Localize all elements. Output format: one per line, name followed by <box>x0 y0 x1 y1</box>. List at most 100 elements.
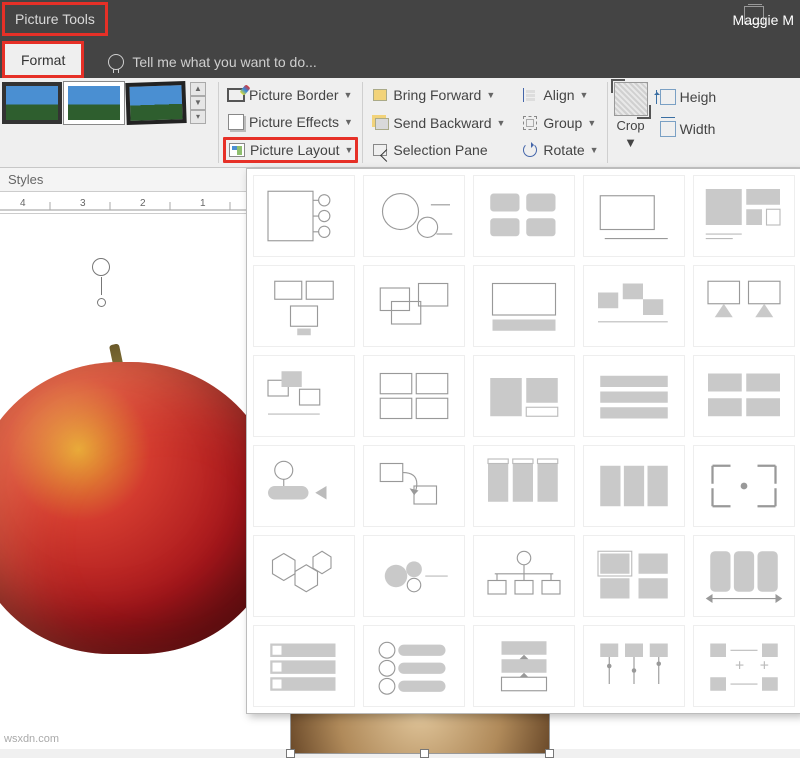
dropdown-icon: ▼ <box>587 118 596 128</box>
crop-button[interactable]: Crop ▼ <box>614 82 648 150</box>
layout-option[interactable] <box>363 445 465 527</box>
ribbon-tab-strip: Format Tell me what you want to do... <box>0 40 800 78</box>
title-bar: Picture Tools Maggie M <box>0 0 800 40</box>
gallery-scroll[interactable]: ▲ ▼ ▾ <box>190 82 206 124</box>
bring-forward-icon <box>371 86 389 104</box>
send-backward-icon <box>371 114 389 132</box>
svg-text:+: + <box>760 658 769 675</box>
align-button[interactable]: Align ▼ <box>517 82 602 108</box>
picture-layout-icon <box>228 141 246 159</box>
layout-option[interactable] <box>363 625 465 707</box>
dropdown-icon: ▼ <box>590 145 599 155</box>
group-icon <box>521 114 539 132</box>
picture-styles-group-label: Styles <box>8 172 43 187</box>
height-field[interactable]: Heigh <box>656 86 721 108</box>
arrange-group-col1: Bring Forward ▼ Send Backward ▼ Selectio… <box>363 78 513 167</box>
inserted-picture-apple[interactable] <box>0 344 280 654</box>
group-button[interactable]: Group ▼ <box>517 110 602 136</box>
layout-option[interactable] <box>693 175 795 257</box>
size-group: Crop ▼ Heigh Width <box>608 78 727 167</box>
ruler-mark: 4 <box>20 198 26 209</box>
height-icon <box>660 89 676 105</box>
label: Group <box>543 115 582 131</box>
selection-pane-icon <box>371 141 389 159</box>
picture-styles-commands: Picture Border ▼ Picture Effects ▼ Pictu… <box>219 78 362 167</box>
layout-option[interactable] <box>583 355 685 437</box>
layout-option[interactable] <box>363 265 465 347</box>
layout-option[interactable] <box>473 175 575 257</box>
layout-option[interactable] <box>253 175 355 257</box>
ribbon: ▲ ▼ ▾ Picture Border ▼ Picture Effects ▼… <box>0 78 800 168</box>
picture-effects-icon <box>227 113 245 131</box>
dropdown-icon: ▼ <box>624 135 637 150</box>
layout-option[interactable] <box>473 265 575 347</box>
label: Send Backward <box>393 115 491 131</box>
picture-styles-gallery[interactable]: ▲ ▼ ▾ <box>0 78 218 167</box>
highlight-box-format: Format <box>2 41 84 78</box>
dropdown-icon: ▼ <box>486 90 495 100</box>
picture-border-icon <box>227 86 245 104</box>
layout-option[interactable] <box>473 535 575 617</box>
layout-option[interactable] <box>693 535 795 617</box>
bring-forward-button[interactable]: Bring Forward ▼ <box>367 82 509 108</box>
layout-option[interactable] <box>253 625 355 707</box>
label: Picture Layout <box>250 142 340 158</box>
layout-option[interactable] <box>473 625 575 707</box>
picture-border-button[interactable]: Picture Border ▼ <box>223 82 358 108</box>
selection-handle[interactable] <box>97 298 106 307</box>
layout-option[interactable] <box>693 265 795 347</box>
arrange-group-col2: Align ▼ Group ▼ Rotate ▼ <box>513 78 606 167</box>
width-field[interactable]: Width <box>656 118 721 140</box>
dropdown-icon: ▼ <box>344 117 353 127</box>
layout-option[interactable] <box>583 265 685 347</box>
label: Picture Border <box>249 87 338 103</box>
picture-style-thumb[interactable] <box>2 82 62 124</box>
layout-option[interactable] <box>363 535 465 617</box>
layout-option[interactable] <box>583 625 685 707</box>
layout-option[interactable] <box>583 535 685 617</box>
label: Bring Forward <box>393 87 481 103</box>
picture-effects-button[interactable]: Picture Effects ▼ <box>223 110 358 136</box>
svg-text:3: 3 <box>80 198 86 209</box>
layout-option[interactable] <box>253 265 355 347</box>
crop-icon <box>614 82 648 116</box>
rotation-handle[interactable] <box>92 258 110 276</box>
layout-option[interactable] <box>583 175 685 257</box>
layout-option[interactable] <box>473 445 575 527</box>
picture-tools-contextual-label: Picture Tools <box>2 2 108 36</box>
svg-text:+: + <box>735 658 744 675</box>
picture-layout-gallery: ++ <box>246 168 800 714</box>
layout-option[interactable] <box>693 445 795 527</box>
label: Selection Pane <box>393 142 487 158</box>
picture-style-thumb[interactable] <box>125 81 186 125</box>
rotate-button[interactable]: Rotate ▼ <box>517 137 602 163</box>
watermark: wsxdn.com <box>4 733 59 745</box>
tab-format[interactable]: Format <box>5 44 81 75</box>
selection-pane-button[interactable]: Selection Pane <box>367 137 509 163</box>
layout-option[interactable] <box>473 355 575 437</box>
send-backward-button[interactable]: Send Backward ▼ <box>367 110 509 136</box>
gallery-more-icon[interactable]: ▾ <box>190 110 206 124</box>
picture-style-thumb[interactable] <box>64 82 124 124</box>
layout-option[interactable]: ++ <box>693 625 795 707</box>
tell-me-search[interactable]: Tell me what you want to do... <box>108 54 316 78</box>
layout-option[interactable] <box>693 355 795 437</box>
label: Heigh <box>680 89 717 105</box>
svg-text:2: 2 <box>140 198 146 209</box>
layout-option[interactable] <box>253 355 355 437</box>
dropdown-icon: ▼ <box>496 118 505 128</box>
user-name-label: Maggie M <box>733 12 794 28</box>
layout-option[interactable] <box>253 535 355 617</box>
layout-option[interactable] <box>363 175 465 257</box>
dropdown-icon: ▼ <box>343 90 352 100</box>
layout-option[interactable] <box>253 445 355 527</box>
picture-layout-button[interactable]: Picture Layout ▼ <box>223 137 358 163</box>
layout-option[interactable] <box>363 355 465 437</box>
label: Width <box>680 121 716 137</box>
label: Crop <box>616 118 644 133</box>
arrow-up-icon[interactable]: ▲ <box>190 82 206 96</box>
arrow-down-icon[interactable]: ▼ <box>190 96 206 110</box>
rotate-icon <box>521 141 539 159</box>
layout-option[interactable] <box>583 445 685 527</box>
dropdown-icon: ▼ <box>580 90 589 100</box>
